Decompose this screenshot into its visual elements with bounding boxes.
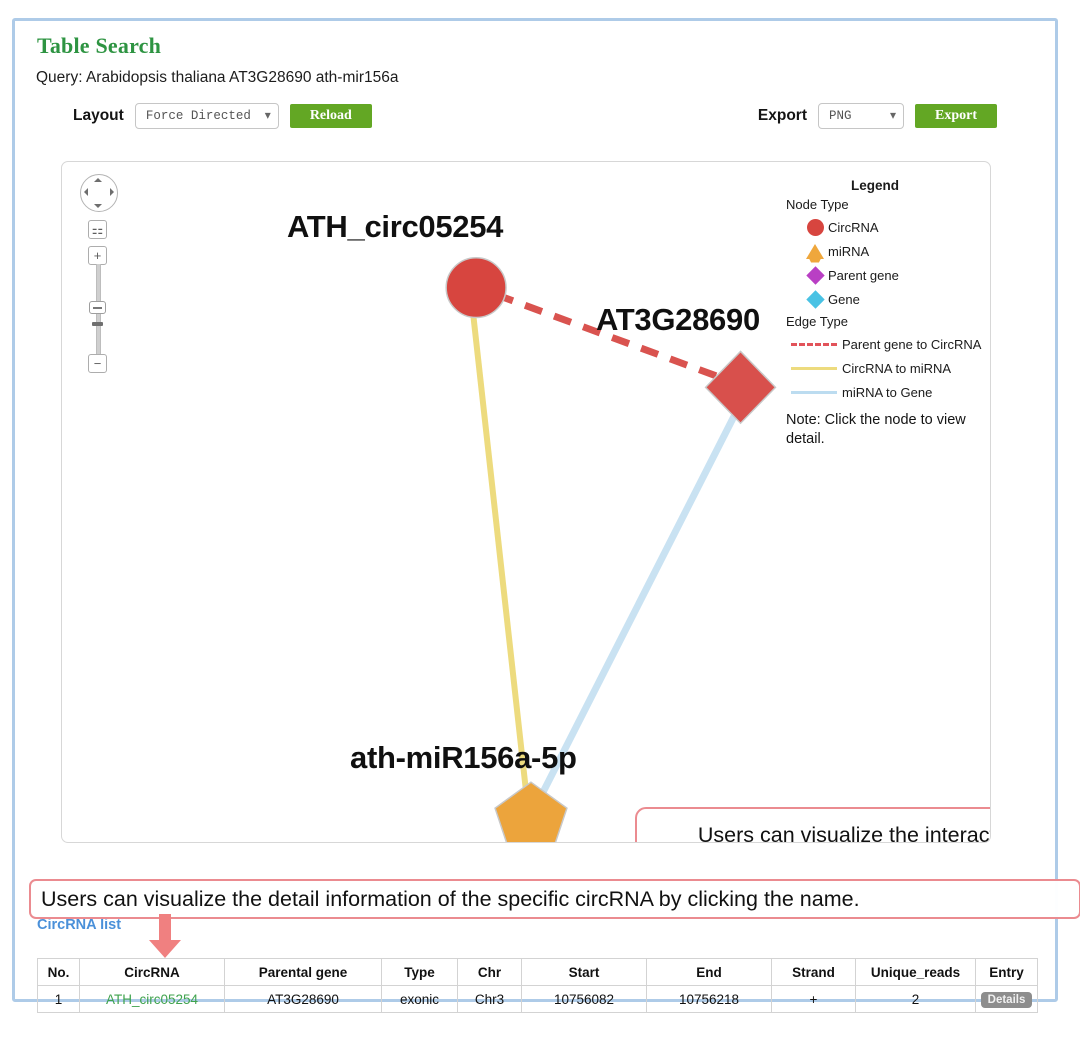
column-header-circrna: CircRNA — [79, 958, 225, 986]
column-header-type: Type — [381, 958, 458, 986]
column-header-start: Start — [521, 958, 647, 986]
circle-icon — [802, 218, 828, 236]
cell-no: 1 — [37, 985, 80, 1013]
diamond-icon — [802, 289, 828, 309]
legend-label: miRNA to Gene — [842, 384, 933, 400]
column-header-no: No. — [37, 958, 80, 986]
cell-circrna[interactable]: ATH_circ05254 — [79, 985, 225, 1013]
legend-item-gene: Gene — [786, 287, 982, 311]
cell-chr: Chr3 — [457, 985, 522, 1013]
export-control-group: Export PNG ▾ Export — [758, 103, 997, 129]
legend-title: Legend — [850, 178, 899, 193]
cell-entry: Details — [975, 985, 1038, 1013]
cell-parental-gene: AT3G28690 — [224, 985, 382, 1013]
column-header-unique-reads: Unique_reads — [855, 958, 976, 986]
legend-label: CircRNA to miRNA — [842, 360, 952, 376]
details-button[interactable]: Details — [980, 991, 1033, 1008]
circrna-name-link[interactable]: ATH_circ05254 — [106, 992, 198, 1007]
cell-unique-reads: 2 — [855, 985, 976, 1013]
red-arrow-icon — [149, 914, 181, 958]
export-format-value: PNG — [829, 109, 852, 123]
annotation-table-text: Users can visualize the detail informati… — [41, 886, 860, 911]
legend-note: Note: Click the node to view detail. — [786, 412, 966, 447]
export-button[interactable]: Export — [915, 104, 997, 128]
legend-label: Gene — [828, 291, 860, 307]
graph-legend: Legend Node Type CircRNA miRNA Parent ge… — [786, 178, 982, 448]
diamond-icon — [802, 265, 828, 285]
annotation-callout-table: Users can visualize the detail informati… — [29, 879, 1080, 919]
legend-item-edge-circrna-to-mirna: CircRNA to miRNA — [786, 356, 982, 380]
export-label: Export — [757, 107, 807, 124]
legend-label: Parent gene to CircRNA — [842, 336, 982, 352]
column-header-entry: Entry — [975, 958, 1038, 986]
annotation-line-1: Users can visualize the interaction — [697, 822, 990, 843]
node-circrna-ATH_circ05254[interactable] — [445, 256, 507, 319]
node-mirna-ath-miR156a-5p[interactable] — [494, 781, 568, 842]
legend-item-circrna: CircRNA — [786, 215, 982, 239]
legend-item-edge-mirna-to-gene: miRNA to Gene — [786, 380, 982, 404]
layout-control-group: Layout Force Directed ▾ Reload — [73, 103, 372, 129]
annotation-callout-graph: Users can visualize the interaction info… — [635, 807, 990, 843]
solid-line-icon — [786, 366, 842, 370]
solid-line-icon — [786, 390, 842, 394]
query-line: Query: Arabidopsis thaliana AT3G28690 at… — [36, 69, 399, 86]
network-graph-panel[interactable]: ⚏ + − ATH_circ05254 AT3G28690 ath-miR156… — [61, 161, 991, 843]
reload-button[interactable]: Reload — [289, 104, 372, 128]
node-label-parent-gene: AT3G28690 — [596, 302, 760, 337]
chevron-down-icon: ▾ — [264, 109, 271, 123]
circrna-results-table: No. CircRNA Parental gene Type Chr Start… — [37, 958, 1038, 1013]
column-header-chr: Chr — [457, 958, 522, 986]
cell-type: exonic — [381, 985, 458, 1013]
cell-strand: + — [771, 985, 856, 1013]
legend-item-edge-parent-gene-to-circrna: Parent gene to CircRNA — [786, 332, 982, 356]
legend-item-mirna: miRNA — [786, 239, 982, 263]
column-header-strand: Strand — [771, 958, 856, 986]
column-header-parental-gene: Parental gene — [224, 958, 382, 986]
legend-label: miRNA — [828, 243, 870, 259]
layout-select-value: Force Directed — [145, 109, 251, 123]
cell-end: 10756218 — [646, 985, 772, 1013]
chevron-down-icon: ▾ — [889, 109, 896, 123]
cell-start: 10756082 — [521, 985, 647, 1013]
legend-item-parent-gene: Parent gene — [786, 263, 982, 287]
dashed-line-icon — [786, 342, 842, 346]
graph-toolbar: Layout Force Directed ▾ Reload Export PN… — [15, 99, 1055, 139]
node-parent-gene-AT3G28690[interactable] — [704, 350, 777, 425]
node-label-circrna: ATH_circ05254 — [287, 209, 504, 244]
table-header-row: No. CircRNA Parental gene Type Chr Start… — [37, 958, 1038, 986]
legend-edge-type-heading: Edge Type — [786, 314, 848, 329]
page-title: Table Search — [37, 33, 162, 58]
layout-select[interactable]: Force Directed ▾ — [134, 103, 279, 129]
export-format-select[interactable]: PNG ▾ — [818, 103, 904, 129]
legend-node-type-heading: Node Type — [786, 197, 849, 212]
table-search-panel: Table Search Query: Arabidopsis thaliana… — [12, 18, 1080, 1013]
column-header-end: End — [646, 958, 772, 986]
layout-label: Layout — [73, 107, 124, 124]
table-row: 1 ATH_circ05254 AT3G28690 exonic Chr3 10… — [37, 985, 1038, 1013]
legend-label: CircRNA — [828, 219, 879, 235]
legend-label: Parent gene — [828, 267, 899, 283]
node-label-mirna: ath-miR156a-5p — [350, 740, 577, 775]
pentagon-icon — [802, 243, 828, 259]
circrna-list-label: CircRNA list — [37, 917, 122, 933]
edge-circrna-to-mirna[interactable] — [470, 313, 530, 801]
